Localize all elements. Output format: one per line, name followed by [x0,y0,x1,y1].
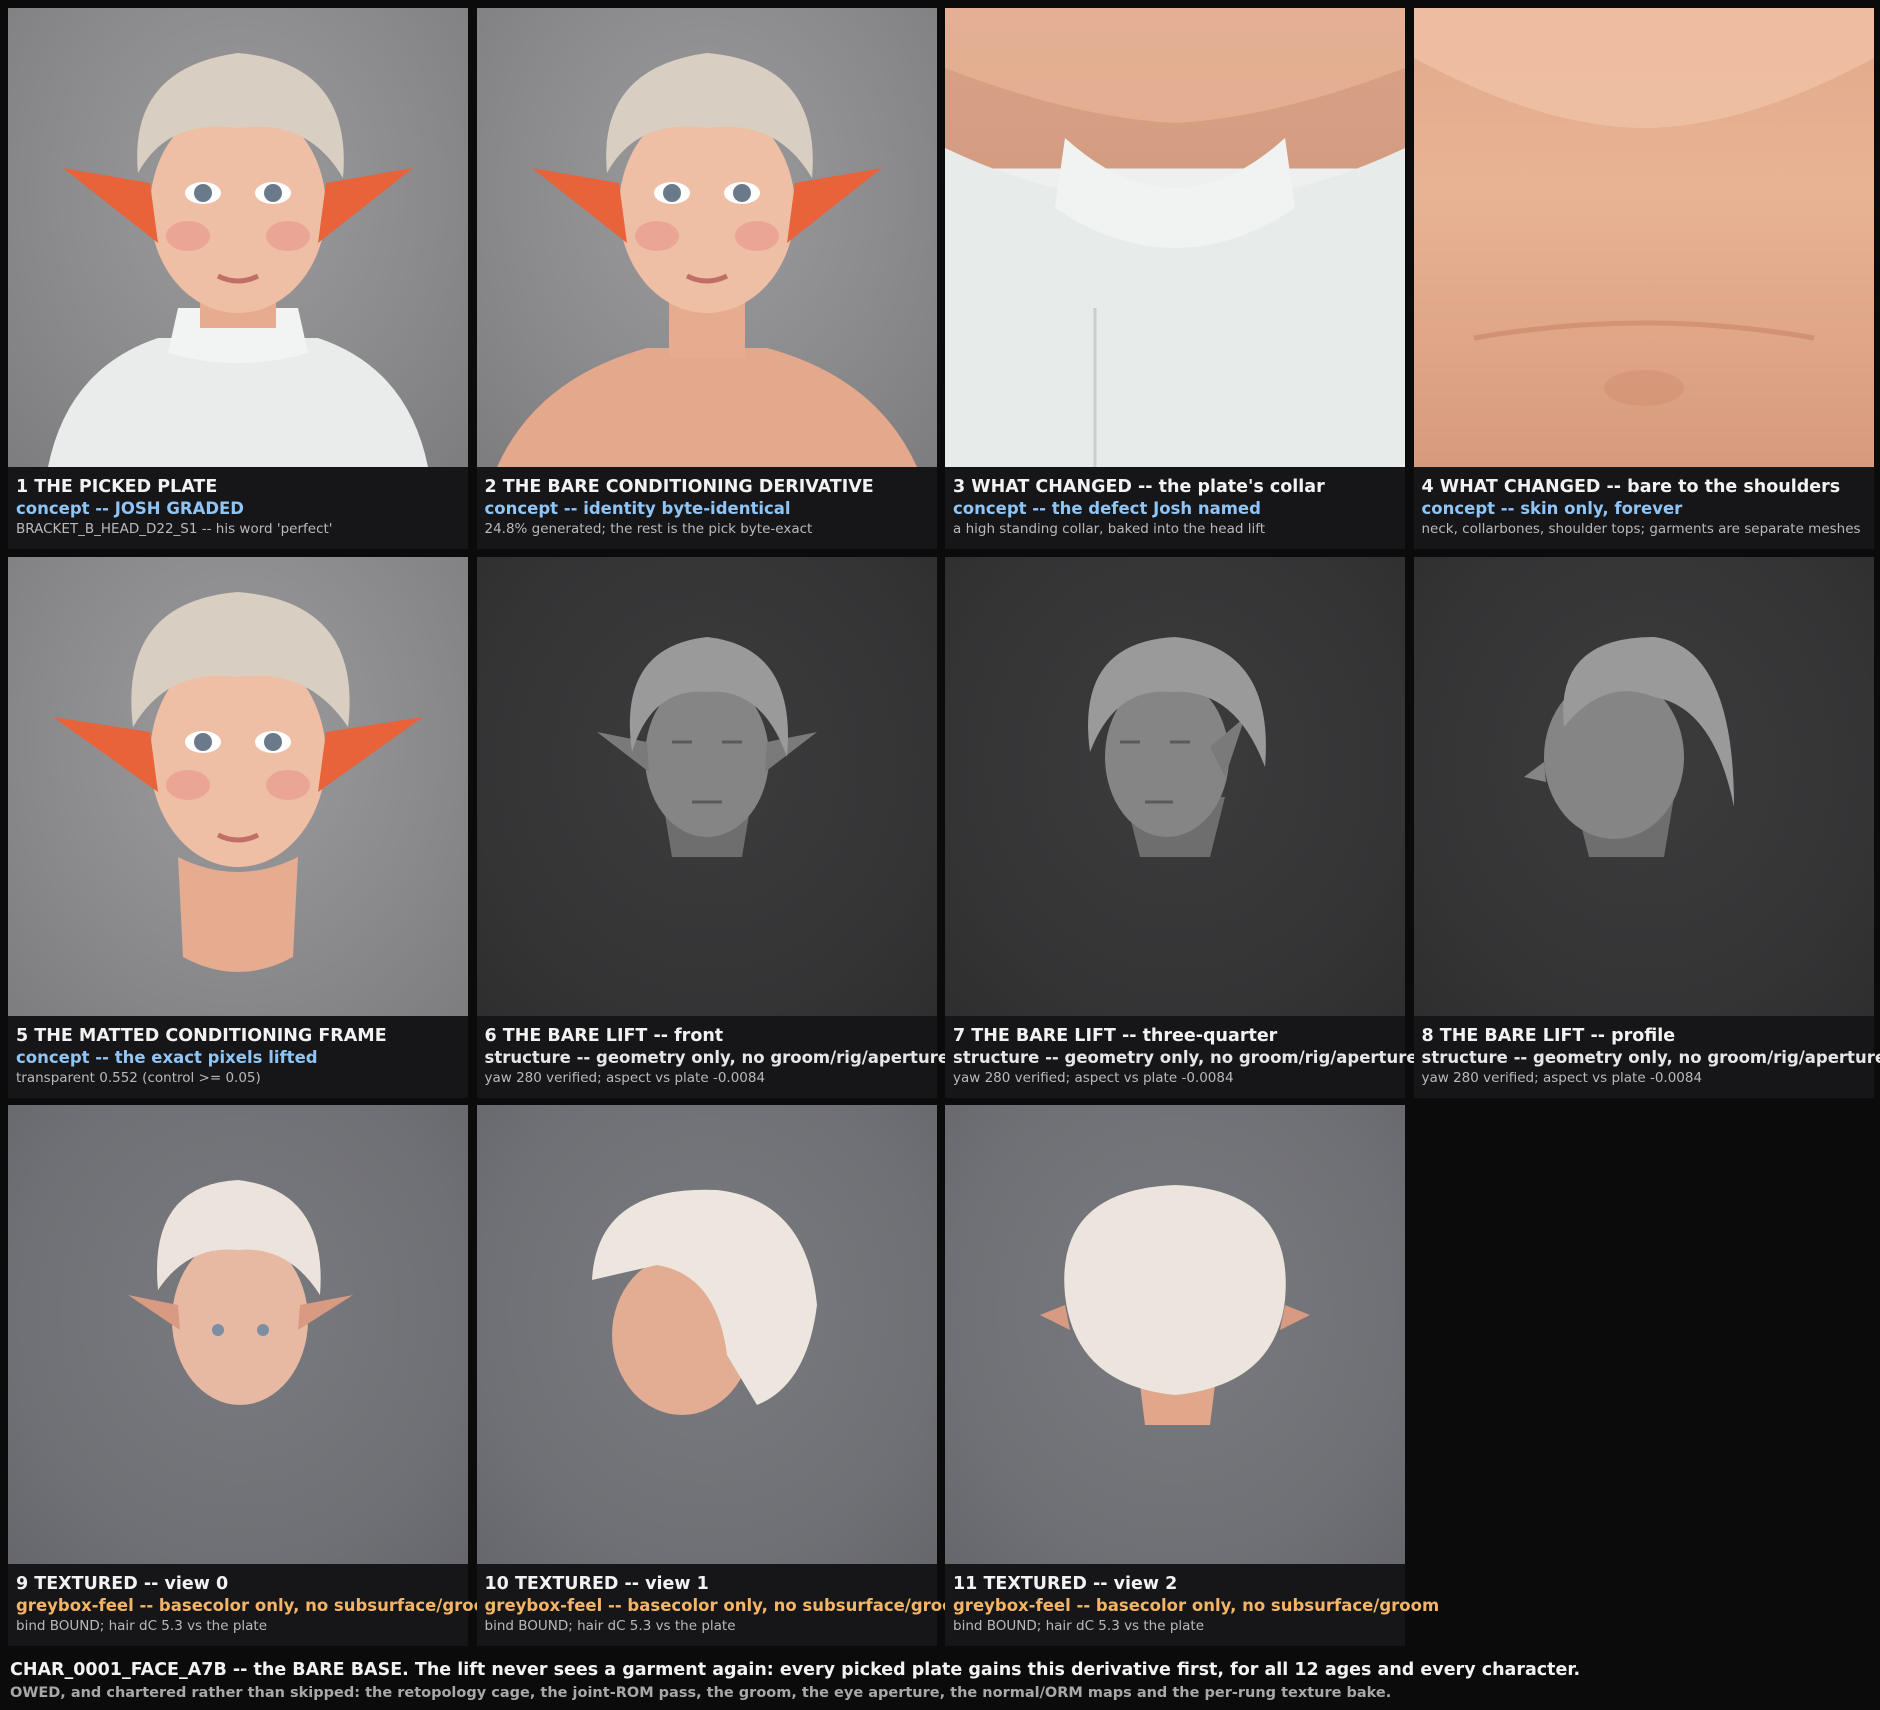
tile-bare-lift-front[interactable]: 6 THE BARE LIFT -- front structure -- ge… [476,556,950,1098]
tile-detail: neck, collarbones, shoulder tops; garmen… [1421,521,1861,537]
tile-title: 6 THE BARE LIFT -- front [484,1025,724,1046]
tile-category: concept -- the defect Josh named [953,499,1261,518]
tile-title: 10 TEXTURED -- view 1 [484,1574,709,1594]
tile-textured-view-2[interactable]: 11 TEXTURED -- view 2 greybox-feel -- ba… [945,1105,1440,1646]
tile-title: 11 TEXTURED -- view 2 [953,1574,1178,1594]
tile-category: concept -- skin only, forever [1421,499,1683,518]
tile-caption: 5 THE MATTED CONDITIONING FRAME concept … [8,1015,468,1098]
tile-category: concept -- identity byte-identical [484,499,791,518]
tile-category: structure -- geometry only, no groom/rig… [484,1047,950,1067]
tile-detail: a high standing collar, baked into the h… [953,521,1266,537]
tile-detail: 24.8% generated; the rest is the pick by… [484,521,813,537]
tile-caption: 11 TEXTURED -- view 2 greybox-feel -- ba… [945,1564,1440,1646]
tile-textured-view-1[interactable]: 10 TEXTURED -- view 1 greybox-feel -- ba… [476,1105,971,1646]
tile-picked-plate[interactable]: 1 THE PICKED PLATE concept -- JOSH GRADE… [8,8,468,549]
matted-frame-image [8,556,468,1016]
tile-detail: yaw 280 verified; aspect vs plate -0.008… [1421,1069,1703,1086]
tile-detail: bind BOUND; hair dC 5.3 vs the plate [16,1618,268,1634]
picked-plate-image [8,8,468,467]
tile-caption: 6 THE BARE LIFT -- front structure -- ge… [476,1015,950,1098]
tile-caption: 8 THE BARE LIFT -- profile structure -- … [1413,1015,1880,1098]
image-grid: 1 THE PICKED PLATE concept -- JOSH GRADE… [8,8,1880,1646]
tile-detail: yaw 280 verified; aspect vs plate -0.008… [484,1069,766,1086]
tile-title: 5 THE MATTED CONDITIONING FRAME [16,1025,387,1046]
tile-bare-derivative[interactable]: 2 THE BARE CONDITIONING DERIVATIVE conce… [476,8,937,549]
tile-category: structure -- geometry only, no groom/rig… [1421,1047,1880,1067]
tile-title: 8 THE BARE LIFT -- profile [1421,1025,1676,1046]
bare-lift-three-quarter-image [945,556,1405,1016]
tile-category: greybox-feel -- basecolor only, no subsu… [953,1596,1440,1615]
tile-caption: 3 WHAT CHANGED -- the plate's collar con… [945,467,1405,549]
tile-matted-frame[interactable]: 5 THE MATTED CONDITIONING FRAME concept … [8,556,468,1098]
tile-category: concept -- the exact pixels lifted [16,1047,318,1067]
tile-detail: yaw 280 verified; aspect vs plate -0.008… [953,1069,1234,1086]
textured-view-1-image [476,1105,937,1564]
tile-category: structure -- geometry only, no groom/rig… [953,1047,1418,1067]
tile-bare-lift-profile[interactable]: 8 THE BARE LIFT -- profile structure -- … [1413,556,1880,1098]
textured-view-2-image [945,1105,1405,1564]
tile-title: 3 WHAT CHANGED -- the plate's collar [953,477,1325,497]
tile-bare-lift-three-quarter[interactable]: 7 THE BARE LIFT -- three-quarter structu… [945,556,1418,1098]
footer-summary: CHAR_0001_FACE_A7B -- the BARE BASE. The… [10,1660,1581,1680]
tile-title: 4 WHAT CHANGED -- bare to the shoulders [1421,477,1841,497]
tile-caption: 1 THE PICKED PLATE concept -- JOSH GRADE… [8,467,468,549]
tile-detail: transparent 0.552 (control >= 0.05) [16,1069,261,1086]
tile-caption: 7 THE BARE LIFT -- three-quarter structu… [945,1015,1418,1098]
tile-caption: 2 THE BARE CONDITIONING DERIVATIVE conce… [476,467,937,549]
tile-caption: 9 TEXTURED -- view 0 greybox-feel -- bas… [8,1564,503,1646]
tile-caption: 4 WHAT CHANGED -- bare to the shoulders … [1413,467,1874,549]
bare-lift-front-image [476,556,937,1016]
tile-collar-change[interactable]: 3 WHAT CHANGED -- the plate's collar con… [945,8,1405,549]
collar-closeup-image [945,8,1405,467]
tile-caption: 10 TEXTURED -- view 1 greybox-feel -- ba… [476,1564,971,1646]
tile-detail: bind BOUND; hair dC 5.3 vs the plate [953,1618,1205,1634]
tile-title: 1 THE PICKED PLATE [16,477,218,497]
tile-title: 9 TEXTURED -- view 0 [16,1574,229,1594]
footer-owed-note: OWED, and chartered rather than skipped:… [10,1685,1392,1701]
shoulders-closeup-image [1413,8,1874,467]
tile-bare-shoulders[interactable]: 4 WHAT CHANGED -- bare to the shoulders … [1413,8,1874,549]
footer-notes: CHAR_0001_FACE_A7B -- the BARE BASE. The… [10,1658,1580,1704]
bare-derivative-image [476,8,937,467]
empty-slot [1414,1105,1874,1646]
tile-textured-view-0[interactable]: 9 TEXTURED -- view 0 greybox-feel -- bas… [8,1105,503,1646]
tile-category: concept -- JOSH GRADED [16,499,245,518]
tile-title: 2 THE BARE CONDITIONING DERIVATIVE [484,477,874,497]
tile-title: 7 THE BARE LIFT -- three-quarter [953,1025,1278,1046]
textured-view-0-image [8,1105,468,1564]
tile-category: greybox-feel -- basecolor only, no subsu… [484,1596,971,1615]
tile-category: greybox-feel -- basecolor only, no subsu… [16,1596,503,1615]
bare-lift-profile-image [1413,556,1874,1016]
tile-detail: BRACKET_B_HEAD_D22_S1 -- his word 'perfe… [16,521,333,537]
tile-detail: bind BOUND; hair dC 5.3 vs the plate [484,1618,736,1634]
